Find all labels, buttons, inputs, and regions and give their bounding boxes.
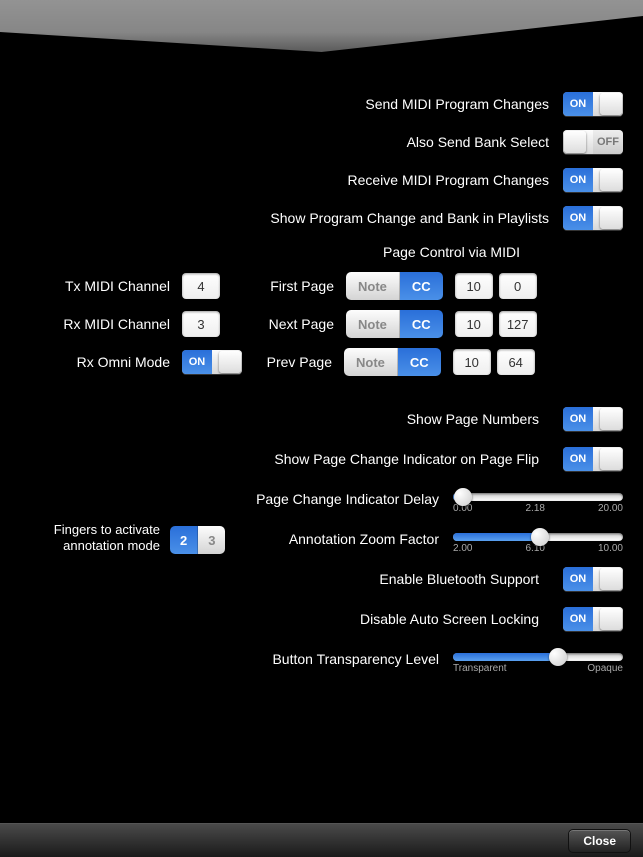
rx-omni-label: Rx Omni Mode bbox=[20, 354, 170, 370]
first-page-cc-btn[interactable]: CC bbox=[400, 272, 443, 300]
next-page-label: Next Page bbox=[244, 316, 334, 332]
receive-midi-label: Receive MIDI Program Changes bbox=[347, 172, 549, 188]
fingers-2-btn[interactable]: 2 bbox=[170, 526, 198, 554]
settings-panel: Send MIDI Program Changes ONOFF Also Sen… bbox=[20, 90, 623, 817]
prev-page-val-input[interactable] bbox=[497, 349, 535, 375]
next-page-cc-btn[interactable]: CC bbox=[400, 310, 443, 338]
annotation-zoom-label: Annotation Zoom Factor bbox=[289, 531, 439, 547]
transparency-right: Opaque bbox=[587, 663, 623, 674]
tx-channel-input[interactable] bbox=[182, 273, 220, 299]
show-playlists-label: Show Program Change and Bank in Playlist… bbox=[270, 210, 549, 226]
tx-channel-label: Tx MIDI Channel bbox=[20, 278, 170, 294]
annotation-fingers-segment[interactable]: 2 3 bbox=[170, 526, 225, 554]
show-playlists-toggle[interactable]: ONOFF bbox=[563, 206, 623, 230]
bank-select-label: Also Send Bank Select bbox=[407, 134, 549, 150]
prev-page-note-btn[interactable]: Note bbox=[344, 348, 398, 376]
page-curl-decoration bbox=[0, 0, 643, 80]
indicator-delay-max: 20.00 bbox=[598, 503, 623, 514]
receive-midi-toggle[interactable]: ONOFF bbox=[563, 168, 623, 192]
fingers-3-btn[interactable]: 3 bbox=[198, 526, 225, 554]
show-indicator-toggle[interactable]: ONOFF bbox=[563, 447, 623, 471]
prev-page-cc-btn[interactable]: CC bbox=[398, 348, 441, 376]
bottom-toolbar: Close bbox=[0, 823, 643, 857]
close-button[interactable]: Close bbox=[568, 829, 631, 853]
bank-select-toggle[interactable]: ONOFF bbox=[563, 130, 623, 154]
annotation-zoom-max: 10.00 bbox=[598, 543, 623, 554]
indicator-delay-mid: 2.18 bbox=[525, 503, 544, 514]
next-page-cc-input[interactable] bbox=[455, 311, 493, 337]
rx-omni-toggle[interactable]: ONOFF bbox=[182, 350, 242, 374]
page-control-title: Page Control via MIDI bbox=[280, 244, 623, 260]
indicator-delay-slider[interactable] bbox=[453, 493, 623, 501]
annotation-fingers-label: Fingers to activate annotation mode bbox=[20, 522, 160, 553]
next-page-note-btn[interactable]: Note bbox=[346, 310, 400, 338]
indicator-delay-label: Page Change Indicator Delay bbox=[256, 491, 439, 507]
send-midi-toggle[interactable]: ONOFF bbox=[563, 92, 623, 116]
first-page-mode-segment[interactable]: Note CC bbox=[346, 272, 443, 300]
annotation-zoom-min: 2.00 bbox=[453, 543, 472, 554]
rx-channel-input[interactable] bbox=[182, 311, 220, 337]
first-page-label: First Page bbox=[244, 278, 334, 294]
send-midi-label: Send MIDI Program Changes bbox=[365, 96, 549, 112]
next-page-mode-segment[interactable]: Note CC bbox=[346, 310, 443, 338]
auto-lock-toggle[interactable]: ONOFF bbox=[563, 607, 623, 631]
annotation-zoom-slider[interactable] bbox=[453, 533, 623, 541]
button-transparency-label: Button Transparency Level bbox=[272, 651, 439, 667]
auto-lock-label: Disable Auto Screen Locking bbox=[360, 611, 539, 627]
show-page-numbers-toggle[interactable]: ONOFF bbox=[563, 407, 623, 431]
prev-page-cc-input[interactable] bbox=[453, 349, 491, 375]
show-page-numbers-label: Show Page Numbers bbox=[407, 411, 539, 427]
show-indicator-label: Show Page Change Indicator on Page Flip bbox=[274, 451, 539, 467]
next-page-val-input[interactable] bbox=[499, 311, 537, 337]
button-transparency-slider[interactable] bbox=[453, 653, 623, 661]
first-page-note-btn[interactable]: Note bbox=[346, 272, 400, 300]
bluetooth-label: Enable Bluetooth Support bbox=[379, 571, 539, 587]
prev-page-label: Prev Page bbox=[254, 354, 332, 370]
bluetooth-toggle[interactable]: ONOFF bbox=[563, 567, 623, 591]
transparency-left: Transparent bbox=[453, 663, 507, 674]
first-page-val-input[interactable] bbox=[499, 273, 537, 299]
prev-page-mode-segment[interactable]: Note CC bbox=[344, 348, 441, 376]
first-page-cc-input[interactable] bbox=[455, 273, 493, 299]
rx-channel-label: Rx MIDI Channel bbox=[20, 316, 170, 332]
